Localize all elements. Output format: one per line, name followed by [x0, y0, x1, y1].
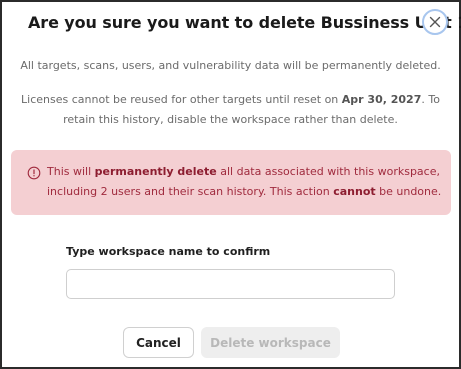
delete-workspace-button[interactable]: Delete workspace — [201, 327, 340, 358]
license-reset-date: Apr 30, 2027 — [341, 93, 422, 106]
warning-text: This will permanently delete all data as… — [47, 162, 445, 202]
license-note-before: Licenses cannot be reused for other targ… — [21, 93, 342, 106]
warning-bold-permanently-delete: permanently delete — [94, 165, 217, 178]
warning-text-1: This will — [47, 165, 95, 178]
cancel-button[interactable]: Cancel — [123, 327, 194, 358]
dialog-title: Are you sure you want to delete Bussines… — [28, 13, 461, 32]
confirm-field-label: Type workspace name to confirm — [66, 245, 271, 258]
alert-circle-icon — [27, 166, 41, 180]
warning-banner: This will permanently delete all data as… — [11, 150, 451, 215]
close-button[interactable] — [422, 9, 448, 35]
workspace-name-input[interactable] — [66, 269, 395, 299]
close-icon — [429, 16, 441, 28]
dialog-header: Are you sure you want to delete Bussines… — [2, 2, 461, 46]
warning-text-3: be undone. — [375, 185, 442, 198]
delete-workspace-dialog: Are you sure you want to delete Bussines… — [0, 0, 461, 369]
dialog-description: All targets, scans, users, and vulnerabi… — [20, 59, 441, 72]
license-note: Licenses cannot be reused for other targ… — [8, 90, 453, 130]
warning-bold-cannot: cannot — [333, 185, 376, 198]
